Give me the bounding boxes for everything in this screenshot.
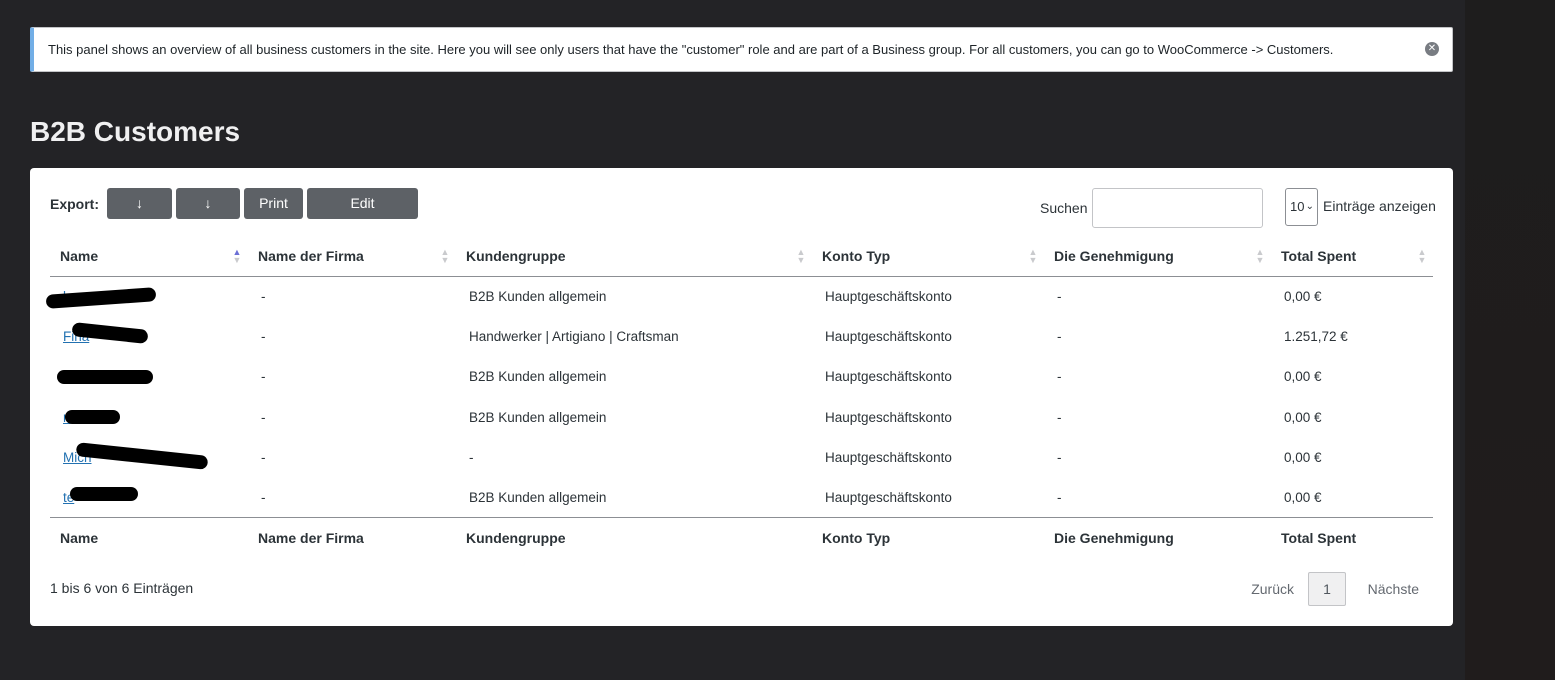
firma-cell: - — [261, 409, 266, 425]
firma-cell: - — [261, 489, 266, 505]
pagination-previous[interactable]: Zurück — [1251, 581, 1294, 597]
chevron-down-icon: ⌄ — [1305, 201, 1314, 212]
konto-cell: Hauptgeschäftskonto — [825, 328, 952, 344]
close-circle-icon[interactable]: ✕ — [1425, 42, 1439, 56]
gruppe-cell: B2B Kunden allgemein — [469, 288, 607, 304]
firma-cell: - — [261, 369, 266, 385]
customer-name-cell — [50, 357, 248, 397]
page-length-select[interactable]: 10 ⌄ — [1285, 188, 1318, 226]
info-notice: This panel shows an overview of all busi… — [30, 27, 1453, 72]
genehmigung-cell: - — [1057, 409, 1062, 425]
window-edge — [1465, 0, 1555, 680]
spent-cell: 0,00 € — [1284, 288, 1322, 304]
customer-name-cell: Fina — [50, 316, 248, 356]
firma-cell: - — [261, 288, 266, 304]
konto-cell: Hauptgeschäftskonto — [825, 409, 952, 425]
customers-table: Name ▲ ▼ Name der Firma ▲ ▼ Kundengruppe ▲ ▼ K… — [45, 236, 1433, 558]
column-header-kundengruppe[interactable]: Kundengruppe ▲ ▼ — [456, 236, 812, 277]
customer-name-cell: b — [45, 276, 248, 316]
spent-cell: 0,00 € — [1284, 409, 1322, 425]
sort-icon: ▲ ▼ — [1028, 247, 1038, 265]
footer-kundengruppe: Kundengruppe — [456, 517, 812, 558]
genehmigung-cell: - — [1057, 449, 1062, 465]
customer-name-cell: n — [50, 397, 248, 437]
gruppe-cell: - — [469, 449, 474, 465]
footer-firma: Name der Firma — [248, 517, 456, 558]
gruppe-cell: B2B Kunden allgemein — [469, 369, 607, 385]
search-input[interactable] — [1092, 188, 1263, 228]
footer-konto-typ: Konto Typ — [812, 517, 1044, 558]
gruppe-cell: B2B Kunden allgemein — [469, 489, 607, 505]
pagination-next[interactable]: Nächste — [1368, 581, 1419, 597]
table-footer-row: Name Name der Firma Kundengruppe Konto T… — [50, 517, 1433, 558]
notice-text: This panel shows an overview of all busi… — [48, 42, 1334, 57]
sort-icon: ▲ ▼ — [796, 247, 806, 265]
table-row: - B2B Kunden allgemein Hauptgeschäftskon… — [50, 357, 1433, 397]
export-pdf-button[interactable]: ↓ PDF — [176, 188, 240, 242]
column-header-total-spent[interactable]: Total Spent ▲ ▼ — [1271, 236, 1433, 277]
customer-name-cell: te — [50, 477, 248, 517]
table-row: b - B2B Kunden allgemein Hauptgeschäftsk… — [45, 276, 1433, 316]
redaction-mark — [75, 442, 209, 471]
sort-asc-icon: ▲ ▼ — [232, 247, 242, 265]
redaction-mark — [70, 487, 138, 502]
pagination-page-1[interactable]: 1 — [1308, 572, 1346, 606]
customers-panel: Export: ↓ CSV ↓ PDF Print Edit Columns S… — [30, 168, 1453, 626]
sort-icon: ▲ ▼ — [1255, 247, 1265, 265]
konto-cell: Hauptgeschäftskonto — [825, 288, 952, 304]
edit-columns-button[interactable]: Edit Columns — [307, 188, 418, 242]
firma-cell: - — [261, 449, 266, 465]
gruppe-cell: B2B Kunden allgemein — [469, 409, 607, 425]
table-row: te - B2B Kunden allgemein Hauptgeschäfts… — [50, 477, 1433, 517]
column-header-konto-typ[interactable]: Konto Typ ▲ ▼ — [812, 236, 1044, 277]
spent-cell: 0,00 € — [1284, 449, 1322, 465]
footer-total-spent: Total Spent — [1271, 517, 1433, 558]
customer-name-cell: Mich — [50, 437, 248, 477]
gruppe-cell: Handwerker | Artigiano | Craftsman — [469, 328, 679, 344]
column-header-firma[interactable]: Name der Firma ▲ ▼ — [248, 236, 456, 277]
table-row: Mich - - Hauptgeschäftskonto - 0,00 € — [50, 437, 1433, 477]
sort-icon: ▲ ▼ — [1417, 247, 1427, 265]
redaction-mark — [57, 369, 153, 384]
search-label: Suchen — [1040, 200, 1088, 216]
konto-cell: Hauptgeschäftskonto — [825, 449, 952, 465]
genehmigung-cell: - — [1057, 369, 1062, 385]
genehmigung-cell: - — [1057, 489, 1062, 505]
footer-name: Name — [50, 517, 248, 558]
table-header-row: Name ▲ ▼ Name der Firma ▲ ▼ Kundengruppe ▲ ▼ K… — [50, 236, 1433, 277]
redaction-mark — [65, 409, 120, 424]
page-length-value: 10 — [1290, 199, 1305, 214]
print-button[interactable]: Print — [244, 188, 303, 219]
column-header-genehmigung[interactable]: Die Genehmigung ▲ ▼ — [1044, 236, 1271, 277]
sort-icon: ▲ ▼ — [440, 247, 450, 265]
spent-cell: 0,00 € — [1284, 489, 1322, 505]
footer-genehmigung: Die Genehmigung — [1044, 517, 1271, 558]
spent-cell: 1.251,72 € — [1284, 328, 1348, 344]
table-row: Fina - Handwerker | Artigiano | Craftsma… — [50, 316, 1433, 356]
konto-cell: Hauptgeschäftskonto — [825, 369, 952, 385]
genehmigung-cell: - — [1057, 288, 1062, 304]
page-length-label: Einträge anzeigen — [1323, 198, 1436, 214]
export-csv-button[interactable]: ↓ CSV — [107, 188, 172, 242]
konto-cell: Hauptgeschäftskonto — [825, 489, 952, 505]
export-label: Export: — [50, 196, 99, 212]
genehmigung-cell: - — [1057, 328, 1062, 344]
table-info: 1 bis 6 von 6 Einträgen — [50, 580, 194, 596]
table-row: n - B2B Kunden allgemein Hauptgeschäftsk… — [50, 397, 1433, 437]
column-header-name[interactable]: Name ▲ ▼ — [50, 236, 248, 277]
firma-cell: - — [261, 328, 266, 344]
page-title: B2B Customers — [30, 116, 241, 147]
spent-cell: 0,00 € — [1284, 369, 1322, 385]
